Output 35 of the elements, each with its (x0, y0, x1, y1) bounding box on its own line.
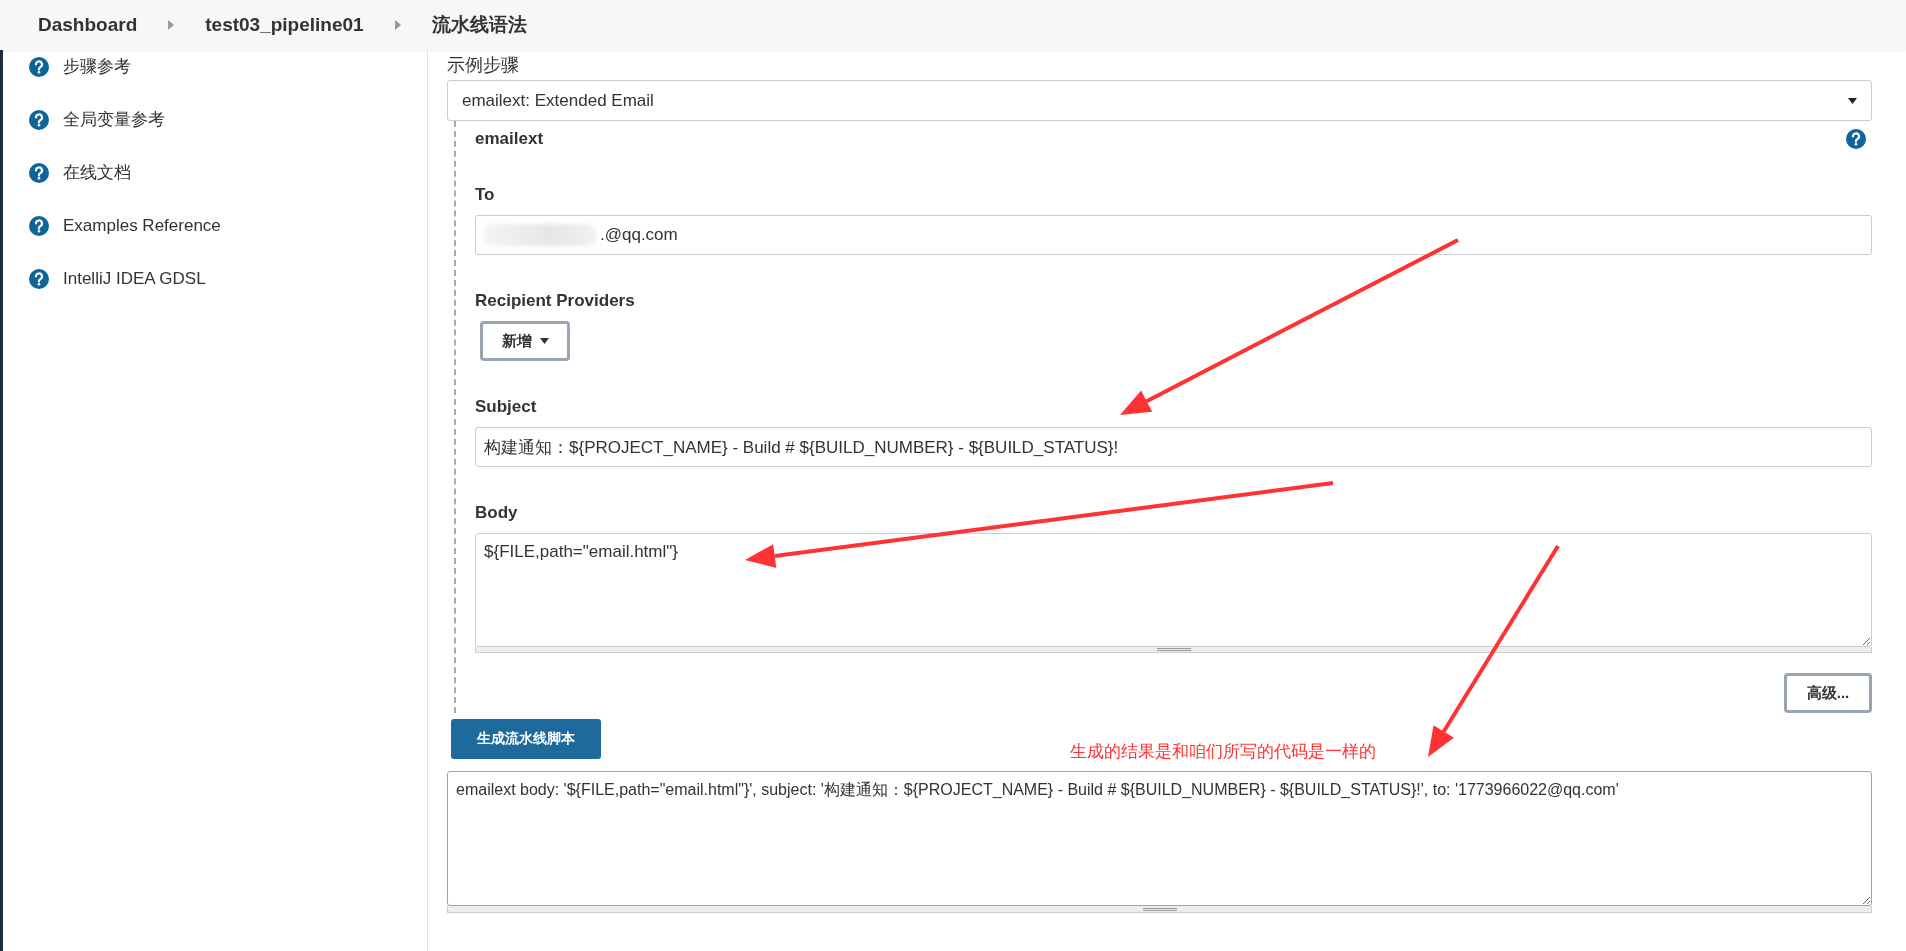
help-icon[interactable] (29, 215, 49, 236)
generate-button[interactable]: 生成流水线脚本 (451, 719, 601, 759)
annotation-text: 生成的结果是和咱们所写的代码是一样的 (1070, 741, 1376, 763)
sidebar-link[interactable]: IntelliJ IDEA GDSL (63, 268, 206, 289)
sidebar-link[interactable]: 在线文档 (63, 161, 131, 184)
caret-icon (539, 338, 549, 344)
field-label: Recipient Providers (475, 291, 636, 311)
step-title: emailext (475, 129, 544, 149)
help-icon[interactable] (29, 109, 49, 130)
step-select[interactable]: emailext: Extended Email (447, 80, 1872, 121)
breadcrumb-link[interactable]: Dashboard (38, 14, 138, 36)
breadcrumb-link[interactable]: test03_pipeline01 (205, 14, 364, 36)
help-icon[interactable] (1846, 129, 1866, 149)
resize-handle[interactable] (475, 646, 1872, 653)
add-button[interactable]: 新增 (480, 321, 570, 361)
resize-handle[interactable] (447, 906, 1872, 913)
field-label: To (475, 185, 496, 205)
help-icon[interactable] (29, 268, 49, 289)
body-textarea[interactable]: ${FILE,path="email.html"} (475, 533, 1872, 647)
sidebar-link[interactable]: 步骤参考 (63, 55, 131, 78)
caret-icon (1848, 97, 1857, 104)
breadcrumb-link[interactable]: 流水线语法 (431, 12, 527, 38)
sidebar-link[interactable]: Examples Reference (63, 215, 221, 236)
help-icon[interactable] (29, 162, 49, 183)
text-field[interactable]: 构建通知：${PROJECT_NAME} - Build # ${BUILD_NUMBER} - ${BUILD_STATUS}! (475, 427, 1872, 467)
chevron-icon (167, 20, 176, 30)
field-label: 示例步骤 (447, 54, 520, 77)
sidebar-link[interactable]: 全局变量参考 (63, 108, 165, 131)
chevron-icon (393, 20, 402, 30)
output-textarea[interactable]: emailext body: '${FILE,path="email.html"}', subject: '构建通知：${PROJECT_NAME} - Build # ${BUILD_NUMBER} - ${BUILD_STATUS}!', to: '1773966022@qq.com' (447, 771, 1872, 906)
field-label: Body (475, 503, 519, 523)
help-icon[interactable] (29, 56, 49, 77)
advanced-button[interactable]: 高级... (1784, 673, 1872, 713)
text-field[interactable]: .@qq.com (475, 215, 1872, 255)
field-label: Subject (475, 397, 538, 417)
